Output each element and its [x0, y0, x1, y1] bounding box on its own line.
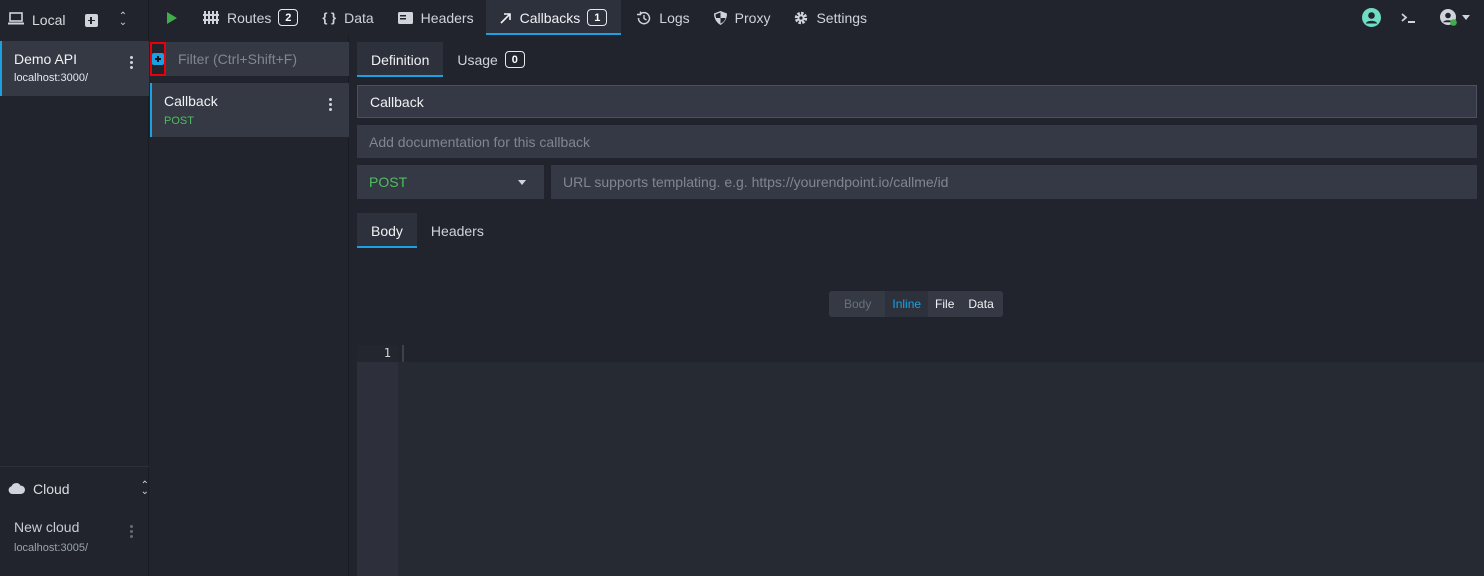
tab-usage[interactable]: Usage 0 [443, 42, 538, 77]
tab-settings-label: Settings [816, 9, 868, 26]
tab-proxy-label: Proxy [734, 9, 771, 26]
braces-icon: { } [322, 10, 337, 25]
play-icon [167, 11, 177, 24]
app-window: Local ⌃ ⌄ Demo API localhost:3000/ Cloud … [0, 0, 1484, 576]
body-mode-data[interactable]: Data [961, 291, 1002, 317]
start-server-button[interactable] [150, 0, 191, 35]
tab-logs[interactable]: Logs [621, 0, 701, 35]
usage-count-badge: 0 [504, 51, 525, 68]
method-select[interactable]: POST [357, 165, 544, 199]
cloud-environment-url: localhost:3005/ [14, 542, 88, 554]
account-button[interactable] [1362, 8, 1381, 27]
routes-icon [203, 11, 219, 24]
tab-usage-label: Usage [457, 51, 498, 68]
terminal-icon [1401, 12, 1415, 23]
laptop-icon [8, 12, 24, 28]
tab-callbacks-label: Callbacks [519, 9, 581, 26]
tab-proxy[interactable]: Proxy [702, 0, 783, 35]
body-tabs: Body Headers [357, 213, 498, 248]
cloud-environment-item[interactable]: New cloud localhost:3005/ [0, 511, 149, 554]
callback-name: Callback [164, 93, 218, 109]
plus-icon [84, 13, 98, 27]
tab-logs-label: Logs [659, 9, 690, 26]
line-number: 1 [383, 346, 391, 360]
tab-definition[interactable]: Definition [357, 42, 444, 77]
tab-routes[interactable]: Routes 2 [191, 0, 310, 35]
tab-body-headers-label: Headers [430, 222, 484, 239]
body-mode-label: Body [844, 297, 872, 311]
callback-name-input[interactable] [357, 85, 1477, 118]
environment-item[interactable]: Demo API localhost:3000/ [0, 41, 149, 96]
tab-body[interactable]: Body [357, 213, 417, 248]
body-mode-inline[interactable]: Inline [885, 291, 929, 317]
body-code-editor[interactable]: 1 [357, 345, 1484, 576]
tab-routes-label: Routes [227, 9, 272, 26]
cloud-section-header: Cloud ⌃ ⌄ [0, 467, 149, 511]
chevron-down-icon [1462, 15, 1470, 20]
body-mode-file[interactable]: File [928, 291, 961, 317]
method-select-value: POST [369, 174, 408, 190]
callback-editor: Definition Usage 0 POST Body Headers Bod… [350, 35, 1484, 576]
collapse-cloud-button[interactable]: ⌃ ⌄ [141, 481, 149, 497]
tab-body-headers[interactable]: Headers [417, 213, 498, 248]
tab-definition-label: Definition [371, 51, 430, 68]
editor-gutter [357, 362, 398, 576]
cloud-environment-menu-icon[interactable] [130, 525, 133, 538]
collapse-local-button[interactable]: ⌃ ⌄ [116, 12, 130, 28]
tab-headers-label: Headers [420, 9, 474, 26]
add-callback-button[interactable] [150, 42, 166, 76]
cloud-section-label: Cloud [33, 481, 70, 497]
callback-editor-tabs: Definition Usage 0 [357, 42, 539, 77]
callback-list-item[interactable]: Callback POST [150, 83, 349, 137]
arrow-up-right-icon [500, 12, 512, 24]
tab-data[interactable]: { } Data [310, 0, 385, 35]
routes-count-badge: 2 [278, 9, 299, 26]
cloud-icon [8, 481, 25, 497]
user-circle-icon [1362, 8, 1381, 27]
top-right-actions [1362, 0, 1484, 35]
local-section-label: Local [32, 12, 66, 28]
gear-icon [794, 11, 808, 25]
editor-cursor [402, 345, 404, 362]
plus-icon [152, 53, 164, 65]
tab-data-label: Data [344, 9, 374, 26]
callbacks-list-panel: Callback POST [150, 35, 359, 576]
local-section-header: Local ⌃ ⌄ [0, 0, 148, 40]
environment-menu-icon[interactable] [130, 56, 133, 69]
editor-active-line [398, 345, 1484, 362]
caret-down-icon [518, 180, 526, 185]
callbacks-filter-bar [150, 42, 359, 76]
environment-url: localhost:3000/ [14, 72, 88, 84]
tab-settings[interactable]: Settings [782, 0, 879, 35]
callback-documentation-input[interactable] [357, 125, 1477, 158]
user-status-icon [1440, 8, 1457, 26]
add-local-environment-button[interactable] [84, 13, 98, 27]
cloud-section: Cloud ⌃ ⌄ New cloud localhost:3005/ [0, 466, 149, 576]
callbacks-count-badge: 1 [587, 9, 608, 26]
callback-menu-icon[interactable] [329, 98, 332, 111]
callback-method: POST [164, 115, 194, 127]
top-navigation: Routes 2 { } Data Headers Callbacks 1 Lo… [150, 0, 1484, 35]
user-menu-button[interactable] [1440, 8, 1470, 27]
environment-name: Demo API [14, 51, 78, 67]
environments-sidebar: Local ⌃ ⌄ Demo API localhost:3000/ Cloud … [0, 0, 149, 576]
editor-gutter-active: 1 [357, 345, 398, 362]
terminal-button[interactable] [1401, 12, 1416, 23]
body-mode-selector: Body Inline File Data [829, 291, 1003, 317]
callback-url-input[interactable] [551, 165, 1477, 199]
tab-body-label: Body [371, 222, 403, 239]
tab-callbacks[interactable]: Callbacks 1 [485, 0, 622, 35]
cloud-environment-name: New cloud [14, 519, 80, 535]
callbacks-filter-input[interactable] [166, 42, 359, 76]
tab-headers[interactable]: Headers [386, 0, 486, 35]
history-icon [637, 11, 651, 25]
headers-icon [397, 11, 413, 24]
shield-icon [713, 10, 727, 25]
